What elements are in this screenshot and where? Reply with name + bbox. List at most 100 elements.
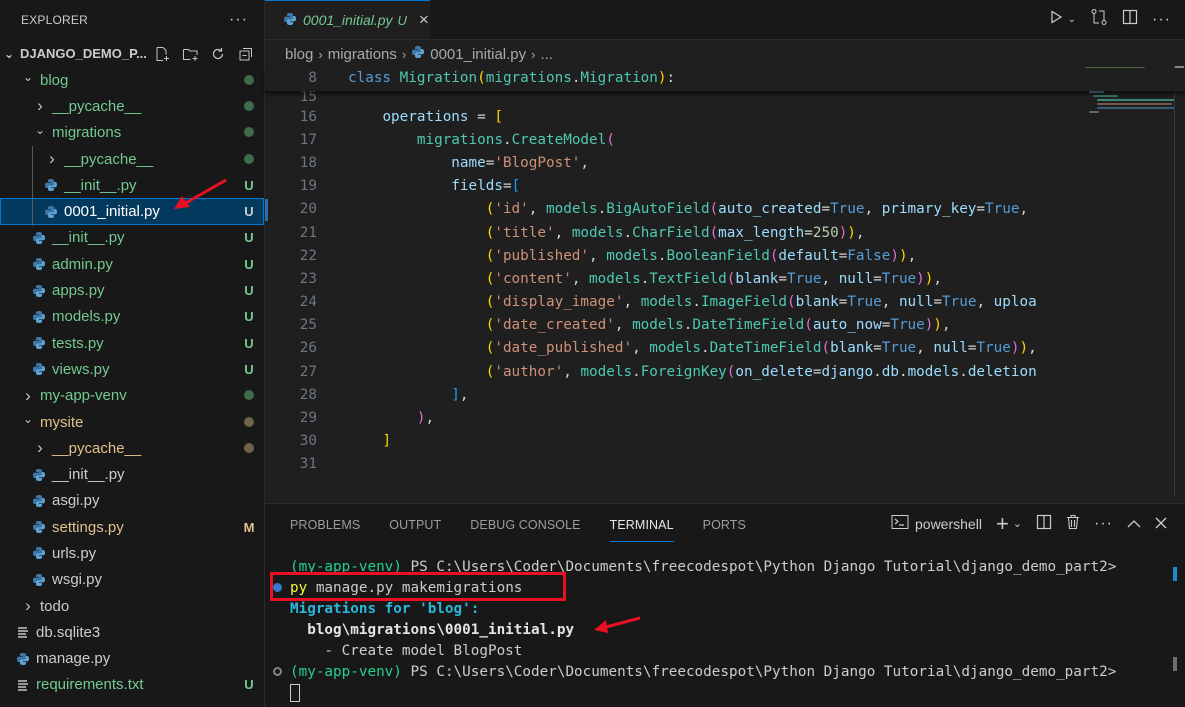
chevron-right-icon[interactable]: ›: [32, 96, 48, 116]
tree-item[interactable]: ⌄ mysite: [0, 409, 264, 435]
refresh-icon[interactable]: [209, 45, 227, 63]
tree-item-label: my-app-venv: [40, 387, 127, 405]
tree-item[interactable]: › __pycache__: [0, 146, 264, 172]
tree-item[interactable]: urls.py: [0, 540, 264, 566]
close-panel-icon[interactable]: [1155, 516, 1167, 532]
git-change-indicator: [265, 199, 268, 221]
tree-item[interactable]: db.sqlite3: [0, 619, 264, 645]
code-token: ,: [623, 294, 641, 311]
tree-item[interactable]: apps.py U: [0, 277, 264, 303]
tree-item[interactable]: ⌄ blog: [0, 67, 264, 93]
tab-terminal[interactable]: TERMINAL: [609, 514, 674, 542]
breadcrumb-item[interactable]: ...: [541, 46, 554, 63]
code-token: [: [511, 178, 521, 195]
tree-item[interactable]: asgi.py: [0, 488, 264, 514]
chevron-right-icon[interactable]: ›: [20, 386, 36, 406]
new-file-icon[interactable]: [153, 45, 171, 63]
tree-item[interactable]: wsgi.py: [0, 567, 264, 593]
code-token: ,: [580, 154, 590, 171]
code-token: =: [873, 340, 882, 357]
line-number: 22: [299, 247, 317, 264]
code-token: models: [571, 224, 624, 241]
code-token: .: [692, 294, 701, 311]
tree-item-label: asgi.py: [52, 492, 100, 510]
chevron-right-icon[interactable]: ›: [44, 149, 60, 169]
git-status-dot: [244, 100, 254, 111]
trash-icon[interactable]: [1066, 514, 1080, 533]
tree-item[interactable]: models.py U: [0, 304, 264, 330]
code-token: models: [606, 247, 658, 264]
command-decoration-icon[interactable]: [273, 667, 282, 676]
split-editor-icon[interactable]: [1122, 9, 1138, 30]
tab-problems[interactable]: PROBLEMS: [290, 514, 360, 536]
tree-item[interactable]: __init__.py: [0, 461, 264, 487]
code-token: models: [649, 340, 701, 357]
chevron-right-icon[interactable]: ›: [20, 596, 36, 616]
ellipsis-icon[interactable]: ···: [1152, 11, 1171, 29]
chevron-right-icon[interactable]: ›: [32, 438, 48, 458]
tree-item[interactable]: __init__.py U: [0, 225, 264, 251]
split-terminal-icon[interactable]: [1036, 514, 1052, 533]
tab-debug-console[interactable]: DEBUG CONSOLE: [470, 514, 580, 536]
chevron-down-icon[interactable]: ⌄: [32, 123, 48, 137]
editor-scrollbar[interactable]: [1174, 66, 1184, 496]
minimap[interactable]: [1080, 63, 1185, 503]
tree-item[interactable]: manage.py: [0, 646, 264, 672]
sticky-scroll-line[interactable]: 8 class Migration(migrations.Migration):: [265, 68, 1185, 91]
code-token: (: [804, 317, 813, 334]
chevron-down-icon[interactable]: ⌄: [1068, 14, 1076, 25]
terminal-scrollbar[interactable]: [1173, 657, 1177, 671]
tree-item[interactable]: admin.py U: [0, 251, 264, 277]
collapse-all-icon[interactable]: [237, 45, 255, 63]
tree-item[interactable]: ⌄ migrations: [0, 120, 264, 146]
code-token: 250: [812, 224, 839, 241]
tab-0001-initial[interactable]: 0001_initial.py U ×: [265, 0, 430, 39]
breadcrumb-item[interactable]: 0001_initial.py: [430, 46, 526, 63]
tree-item[interactable]: requirements.txt U: [0, 672, 264, 698]
ellipsis-icon[interactable]: ···: [229, 11, 248, 29]
code-token: 'published': [494, 247, 590, 264]
workspace-root[interactable]: ⌄ DJANGO_DEMO_P...: [0, 40, 264, 67]
chevron-down-icon[interactable]: ⌄: [1013, 517, 1022, 530]
tree-item-label: __init__.py: [52, 229, 125, 247]
code-token: ,: [459, 386, 469, 403]
new-terminal-icon[interactable]: +: [996, 512, 1009, 534]
python-file-icon: [30, 231, 48, 245]
code-token: DateTimeField: [709, 340, 822, 357]
terminal-profile[interactable]: powershell: [891, 514, 982, 533]
code-token: ): [1019, 340, 1029, 357]
breadcrumb-item[interactable]: migrations: [328, 46, 397, 63]
chevron-down-icon[interactable]: ⌄: [20, 412, 36, 426]
code-token: operations: [382, 108, 469, 125]
chevron-down-icon[interactable]: ⌄: [20, 70, 36, 84]
terminal-line: [290, 682, 1185, 703]
close-icon[interactable]: ×: [419, 10, 429, 30]
maximize-panel-icon[interactable]: [1127, 516, 1141, 532]
code-token: (: [477, 69, 486, 86]
code-editor[interactable]: 8 class Migration(migrations.Migration):…: [265, 68, 1185, 476]
compare-changes-icon[interactable]: [1090, 8, 1108, 31]
tab-ports[interactable]: PORTS: [703, 514, 746, 536]
tab-output[interactable]: OUTPUT: [389, 514, 441, 536]
tree-item[interactable]: settings.py M: [0, 514, 264, 540]
new-folder-icon[interactable]: [181, 45, 199, 63]
chevron-right-icon: ›: [531, 46, 536, 62]
annotation-highlight-box: [270, 572, 566, 601]
code-token: ): [916, 270, 925, 287]
tree-item[interactable]: tests.py U: [0, 330, 264, 356]
code-line: 25 ('date_created', models.DateTimeField…: [265, 314, 1185, 337]
tree-item[interactable]: › __pycache__: [0, 435, 264, 461]
run-icon[interactable]: [1048, 9, 1064, 30]
breadcrumb-item[interactable]: blog: [285, 46, 313, 63]
tree-item[interactable]: › __pycache__: [0, 93, 264, 119]
tree-item[interactable]: › todo: [0, 593, 264, 619]
code-token: True: [976, 340, 1011, 357]
code-token: True: [847, 294, 882, 311]
code-token: 'author': [494, 363, 564, 380]
code-text: name='BlogPost',: [317, 155, 589, 171]
line-number: 16: [299, 108, 317, 125]
tree-item[interactable]: views.py U: [0, 356, 264, 382]
tree-item[interactable]: › my-app-venv: [0, 383, 264, 409]
ellipsis-icon[interactable]: ···: [1094, 515, 1113, 533]
